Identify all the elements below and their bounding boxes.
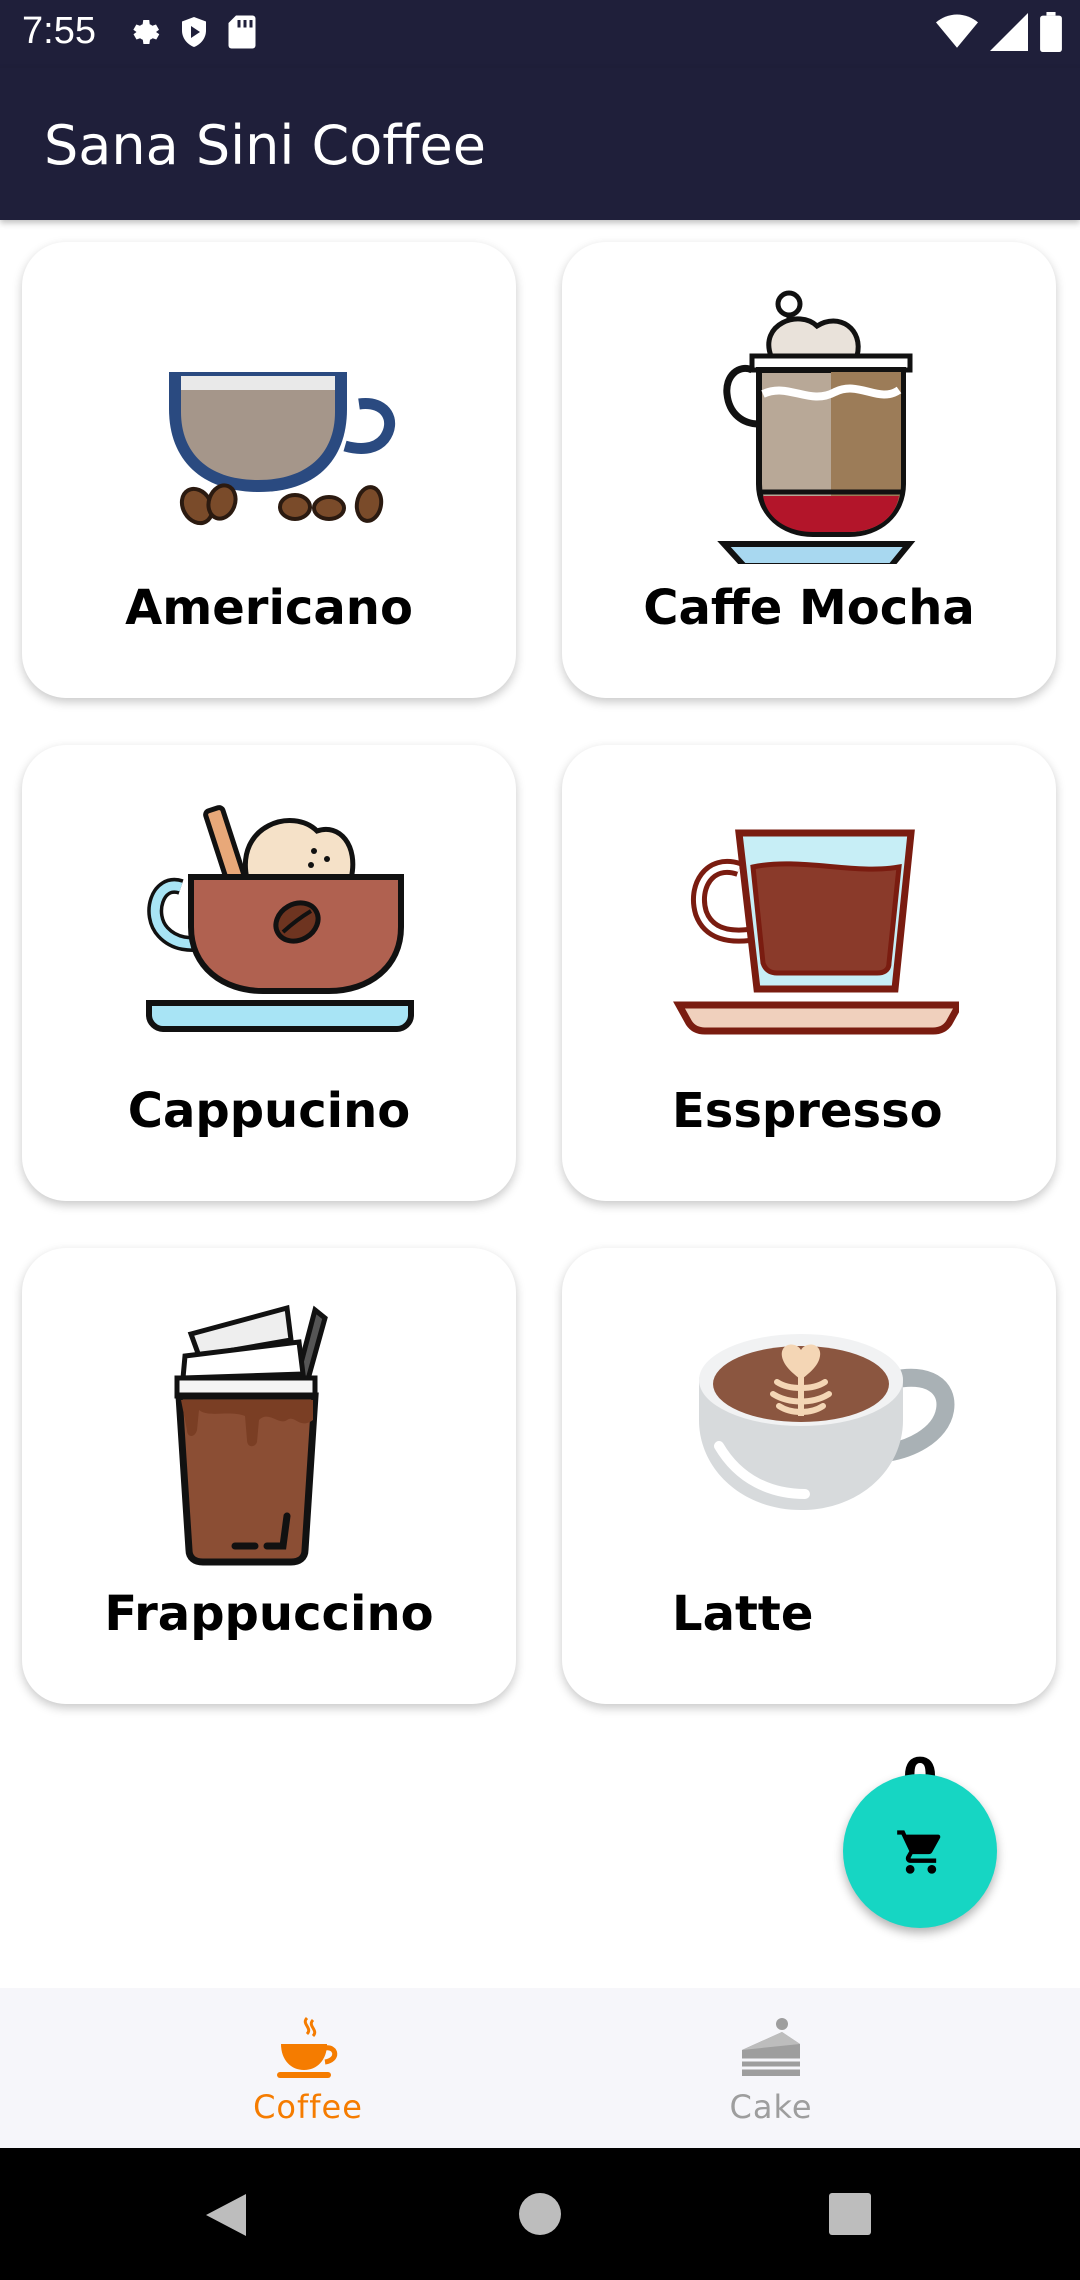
app-bar: Sana Sini Coffee — [0, 68, 1080, 220]
status-time: 7:55 — [22, 10, 96, 52]
product-card-latte[interactable]: Latte — [562, 1248, 1056, 1704]
nav-item-cake[interactable]: Cake — [621, 1988, 921, 2148]
nav-item-coffee[interactable]: Coffee — [158, 1988, 458, 2148]
cart-button[interactable] — [843, 1774, 997, 1928]
product-name: Americano — [125, 580, 413, 636]
shopping-cart-icon — [897, 1830, 941, 1874]
product-name: Cappucino — [127, 1083, 411, 1139]
product-card-frappuccino[interactable]: Frappuccino — [22, 1248, 516, 1704]
espresso-cup-icon — [673, 829, 959, 1035]
americano-cup-icon — [169, 372, 396, 526]
home-icon[interactable] — [518, 2192, 562, 2236]
product-name: Esspresso — [672, 1083, 943, 1139]
nav-label-coffee: Coffee — [253, 2088, 363, 2126]
system-navigation-bar — [0, 2148, 1080, 2280]
latte-cup-icon — [699, 1334, 955, 1510]
product-card-cappucino[interactable]: Cappucino — [22, 745, 516, 1201]
bottom-navigation: Coffee Cake — [0, 1988, 1080, 2148]
sd-card-icon — [228, 15, 256, 49]
cake-icon — [742, 2018, 800, 2076]
recents-icon[interactable] — [828, 2192, 872, 2236]
battery-icon — [1040, 12, 1062, 52]
product-card-esspresso[interactable]: Esspresso — [562, 745, 1056, 1201]
product-name: Latte — [672, 1586, 814, 1642]
coffee-cup-icon — [277, 2016, 338, 2078]
caffe-mocha-cup-icon — [717, 290, 916, 564]
app-title: Sana Sini Coffee — [44, 114, 486, 177]
product-card-americano[interactable]: Americano — [22, 242, 516, 698]
status-bar: 7:55 — [0, 0, 1080, 68]
shield-play-icon — [182, 17, 206, 47]
back-icon[interactable] — [204, 2192, 248, 2238]
wifi-icon — [936, 14, 978, 48]
signal-icon — [990, 13, 1028, 51]
product-name: Caffe Mocha — [643, 580, 975, 636]
cappucino-cup-icon — [146, 805, 414, 1032]
nav-label-cake: Cake — [729, 2088, 813, 2126]
frappuccino-cup-icon — [174, 1304, 328, 1566]
product-name: Frappuccino — [104, 1586, 434, 1642]
gear-icon — [133, 20, 160, 44]
product-card-caffe-mocha[interactable]: Caffe Mocha — [562, 242, 1056, 698]
